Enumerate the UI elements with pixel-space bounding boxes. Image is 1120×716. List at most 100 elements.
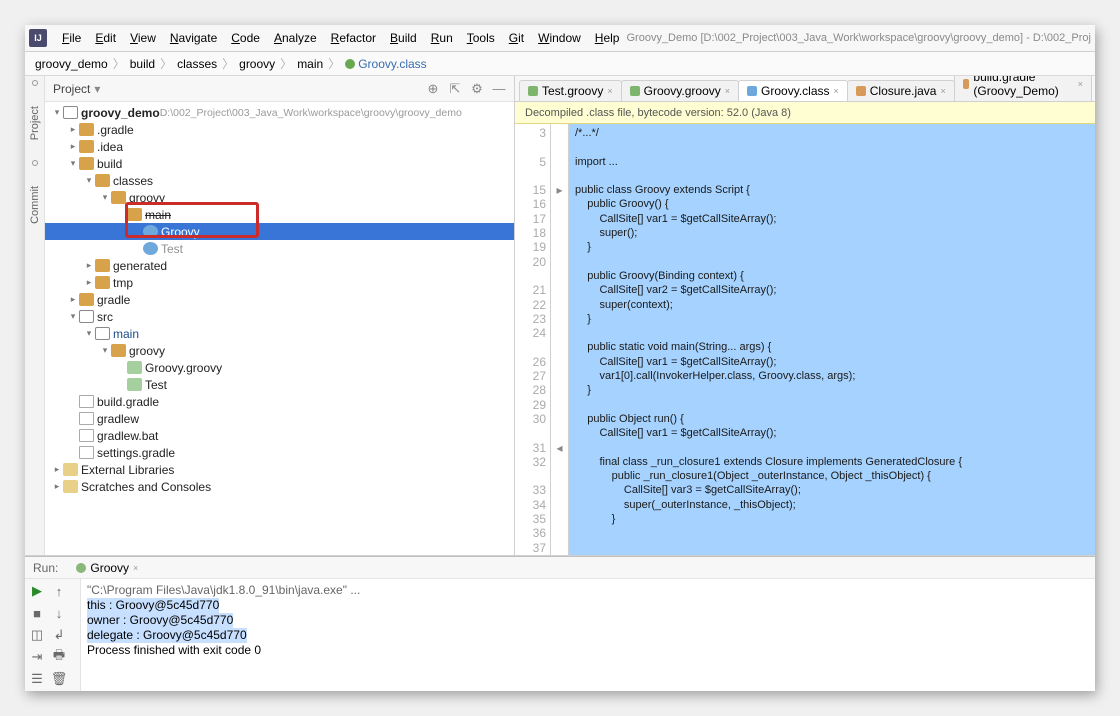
menu-git[interactable]: Git [502, 31, 531, 45]
tree-arrow-icon[interactable]: ▾ [83, 328, 95, 339]
layout-icon[interactable]: ◫ [29, 627, 45, 643]
fold-marker[interactable] [551, 283, 568, 297]
fold-marker[interactable]: ◂ [551, 441, 568, 455]
menu-run[interactable]: Run [424, 31, 460, 45]
trash-icon[interactable]: 🗑 [51, 671, 67, 687]
fold-marker[interactable] [551, 498, 568, 512]
tree-arrow-icon[interactable]: ▸ [83, 260, 95, 271]
gear-icon[interactable]: ⚙ [470, 82, 484, 96]
fold-marker[interactable] [551, 140, 568, 154]
tree-arrow-icon[interactable]: ▸ [67, 124, 79, 135]
fold-column[interactable]: ▸◂ [551, 124, 569, 555]
menu-window[interactable]: Window [531, 31, 588, 45]
tree-row[interactable]: ▸generated [45, 257, 514, 274]
hide-icon[interactable]: — [492, 82, 506, 96]
tree-row[interactable]: Test [45, 240, 514, 257]
fold-marker[interactable] [551, 383, 568, 397]
editor-tab[interactable]: Closure.java× [847, 80, 955, 101]
fold-marker[interactable]: ▸ [551, 183, 568, 197]
close-icon[interactable]: × [834, 86, 839, 96]
fold-marker[interactable] [551, 483, 568, 497]
tree-arrow-icon[interactable]: ▾ [83, 175, 95, 186]
breadcrumb-item[interactable]: build [126, 57, 159, 71]
menu-edit[interactable]: Edit [88, 31, 123, 45]
dropdown-icon[interactable]: ▾ [94, 82, 100, 96]
menu-file[interactable]: File [55, 31, 88, 45]
close-icon[interactable]: × [133, 563, 138, 573]
close-icon[interactable]: × [940, 86, 945, 96]
fold-marker[interactable] [551, 455, 568, 469]
tree-row[interactable]: ▸External Libraries [45, 461, 514, 478]
fold-marker[interactable] [551, 541, 568, 555]
editor-tab[interactable]: build.gradle (Groovy_Demo)× [954, 76, 1092, 101]
menu-help[interactable]: Help [588, 31, 627, 45]
breadcrumb-active[interactable]: Groovy.class [341, 57, 430, 71]
stop-icon[interactable]: ■ [29, 605, 45, 621]
fold-marker[interactable] [551, 412, 568, 426]
fold-marker[interactable] [551, 369, 568, 383]
editor-tab[interactable]: Groovy.groovy× [621, 80, 739, 101]
fold-marker[interactable] [551, 355, 568, 369]
filter-icon[interactable]: ☰ [29, 671, 45, 687]
menu-view[interactable]: View [123, 31, 163, 45]
tree-row[interactable]: ▾build [45, 155, 514, 172]
breadcrumb-item[interactable]: main [293, 57, 327, 71]
commit-tool-icon[interactable] [32, 160, 38, 166]
tree-row[interactable]: ▸Scratches and Consoles [45, 478, 514, 495]
code-area[interactable]: 3515161718192021222324262728293031323334… [515, 124, 1095, 555]
commit-tool-label[interactable]: Commit [29, 186, 41, 224]
fold-marker[interactable] [551, 426, 568, 440]
export-icon[interactable]: ⇥ [29, 649, 45, 665]
fold-marker[interactable] [551, 255, 568, 269]
up-icon[interactable]: ↑ [51, 583, 67, 599]
tree-row[interactable]: ▾main [45, 325, 514, 342]
fold-marker[interactable] [551, 269, 568, 283]
tree-row[interactable]: main [45, 206, 514, 223]
menu-navigate[interactable]: Navigate [163, 31, 224, 45]
tree-row[interactable]: build.gradle [45, 393, 514, 410]
tree-row[interactable]: Groovy [45, 223, 514, 240]
fold-marker[interactable] [551, 526, 568, 540]
fold-marker[interactable] [551, 298, 568, 312]
fold-marker[interactable] [551, 197, 568, 211]
fold-marker[interactable] [551, 326, 568, 340]
breadcrumb-item[interactable]: groovy_demo [31, 57, 112, 71]
project-tool-icon[interactable] [32, 80, 38, 86]
tree-arrow-icon[interactable]: ▾ [67, 311, 79, 322]
menu-code[interactable]: Code [224, 31, 267, 45]
tree-arrow-icon[interactable]: ▸ [67, 141, 79, 152]
fold-marker[interactable] [551, 340, 568, 354]
code-text[interactable]: /*...*/ import ... public class Groovy e… [569, 124, 1095, 555]
menu-build[interactable]: Build [383, 31, 424, 45]
run-tab[interactable]: Groovy× [70, 559, 144, 577]
tree-arrow-icon[interactable]: ▾ [67, 158, 79, 169]
tree-arrow-icon[interactable]: ▾ [99, 192, 111, 203]
close-icon[interactable]: × [725, 86, 730, 96]
tree-row[interactable]: ▾groovy_demo D:\002_Project\003_Java_Wor… [45, 104, 514, 121]
editor-tab[interactable]: Test.groovy× [519, 80, 622, 101]
fold-marker[interactable] [551, 126, 568, 140]
tree-row[interactable]: ▸.idea [45, 138, 514, 155]
tree-arrow-icon[interactable]: ▾ [51, 107, 63, 118]
tree-row[interactable]: ▸gradle [45, 291, 514, 308]
fold-marker[interactable] [551, 169, 568, 183]
tree-row[interactable]: Test [45, 376, 514, 393]
fold-marker[interactable] [551, 469, 568, 483]
breadcrumb-item[interactable]: classes [173, 57, 221, 71]
tree-row[interactable]: ▾classes [45, 172, 514, 189]
expand-icon[interactable]: ⇱ [448, 82, 462, 96]
fold-marker[interactable] [551, 312, 568, 326]
tree-row[interactable]: settings.gradle [45, 444, 514, 461]
tree-row[interactable]: ▾groovy [45, 189, 514, 206]
close-icon[interactable]: × [1078, 79, 1083, 89]
console-output[interactable]: "C:\Program Files\Java\jdk1.8.0_91\bin\j… [81, 579, 1095, 691]
project-tool-label[interactable]: Project [29, 106, 41, 140]
tree-row[interactable]: ▾groovy [45, 342, 514, 359]
tree-arrow-icon[interactable]: ▸ [67, 294, 79, 305]
fold-marker[interactable] [551, 512, 568, 526]
print-icon[interactable]: 🖶 [51, 649, 67, 665]
menu-refactor[interactable]: Refactor [324, 31, 383, 45]
close-icon[interactable]: × [607, 86, 612, 96]
tree-row[interactable]: gradlew [45, 410, 514, 427]
target-icon[interactable]: ⊕ [426, 82, 440, 96]
